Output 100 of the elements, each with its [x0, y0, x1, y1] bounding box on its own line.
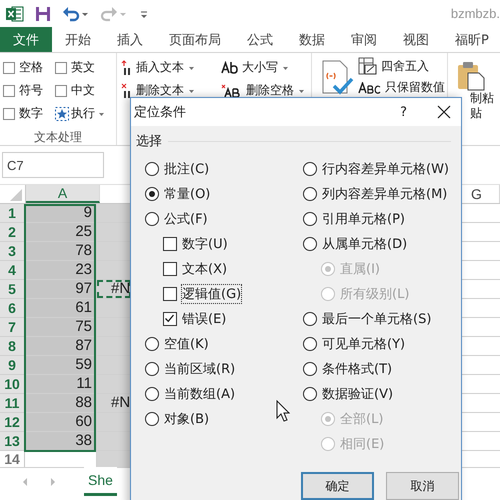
help-button[interactable]: ?	[400, 104, 407, 120]
row-header[interactable]: 4	[0, 261, 25, 279]
ribbon-button[interactable]: 大小写	[221, 56, 311, 79]
star-icon	[55, 106, 69, 120]
ribbon-button[interactable]: 删除空格	[221, 79, 311, 102]
row-header[interactable]: 14	[0, 451, 25, 467]
column-header[interactable]: A	[26, 185, 100, 203]
radio-button[interactable]	[303, 236, 317, 250]
option-label: 所有级别(L)	[340, 286, 410, 302]
checkbox[interactable]	[163, 262, 177, 276]
checkbox-label: 中文	[71, 82, 95, 99]
row-header[interactable]: 9	[0, 356, 25, 374]
table-cell: 75	[25, 318, 97, 336]
close-icon[interactable]	[437, 105, 451, 119]
radio-button[interactable]	[145, 162, 159, 176]
checkbox-label: 空格	[19, 59, 43, 76]
table-cell: 38	[25, 432, 97, 450]
checkbox[interactable]	[163, 286, 177, 300]
undo-icon[interactable]	[62, 4, 90, 22]
ribbon-button[interactable]: 插入文本	[121, 56, 221, 79]
ribbon-tab[interactable]: 公式	[234, 27, 286, 52]
option-label: 当前数组(A)	[164, 386, 236, 402]
checkbox[interactable]	[55, 62, 67, 74]
table-cell: 60	[25, 413, 97, 431]
run-button[interactable]: 执行	[55, 102, 117, 125]
row-header[interactable]: 12	[0, 413, 25, 431]
radio-button[interactable]	[303, 312, 317, 326]
checkbox[interactable]	[3, 108, 15, 120]
row-header[interactable]: 13	[0, 432, 25, 450]
row-header[interactable]: 7	[0, 318, 25, 336]
ribbon-tab[interactable]: 审阅	[338, 27, 390, 52]
option-label: 直属(I)	[340, 260, 380, 278]
row-header[interactable]: 2	[0, 223, 25, 241]
table-cell: 88	[25, 394, 97, 412]
column-header[interactable]: G	[467, 185, 500, 203]
radio-button[interactable]	[145, 186, 159, 200]
row-header[interactable]: 1	[0, 204, 25, 222]
row-header[interactable]: 8	[0, 337, 25, 355]
ribbon-tab[interactable]: 数据	[286, 27, 338, 52]
radio-button[interactable]	[145, 386, 159, 400]
checkbox[interactable]	[163, 236, 177, 250]
radio-button[interactable]	[303, 212, 317, 226]
ribbon-tab[interactable]: 页面布局	[156, 27, 234, 52]
ribbon-button[interactable]: 四舍五入	[358, 57, 445, 75]
radio-button[interactable]	[145, 336, 159, 350]
checkbox-label: 符号	[19, 82, 43, 99]
radio-button[interactable]	[303, 336, 317, 350]
option-label: 数字(U)	[182, 236, 228, 252]
table-cell: #N	[97, 394, 131, 412]
radio-button[interactable]	[303, 186, 317, 200]
ribbon-tab[interactable]: 开始	[52, 27, 104, 52]
ribbon-tab[interactable]: 插入	[104, 27, 156, 52]
checkbox[interactable]	[55, 84, 67, 96]
option-label: 列内容差异单元格(M)	[322, 186, 448, 202]
option-label: 批注(C)	[164, 160, 210, 178]
radio-button[interactable]	[145, 412, 159, 426]
ribbon-button[interactable]: 删除文本	[121, 79, 221, 102]
group-label: 文本处理	[33, 129, 83, 146]
option-label: 条件格式(T)	[322, 360, 392, 378]
option-label: 逻辑值(G)	[182, 284, 242, 302]
table-cell: 25	[25, 223, 97, 241]
ribbon-button[interactable]: 只保留数值	[358, 79, 445, 96]
option-label: 全部(L)	[340, 410, 384, 428]
cancel-button[interactable]: 取消	[386, 472, 459, 500]
radio-button[interactable]	[303, 162, 317, 176]
checkbox[interactable]	[3, 84, 15, 96]
document-check-icon[interactable]	[320, 59, 354, 95]
sheet-tab[interactable]: She	[84, 467, 117, 496]
option-label: 常量(O)	[164, 186, 210, 202]
file-name: bzmbzb.	[450, 6, 500, 21]
row-header[interactable]: 11	[0, 394, 25, 412]
name-box[interactable]: C7	[2, 152, 104, 178]
letter-case-icon	[221, 60, 239, 74]
option-label: 从属单元格(D)	[322, 236, 408, 252]
clipboard-icon[interactable]	[456, 61, 486, 91]
table-cell: 11	[25, 375, 97, 393]
option-label: 行内容差异单元格(W)	[322, 160, 449, 178]
table-cell: 87	[25, 337, 97, 355]
file-tab[interactable]: 文件	[0, 27, 52, 52]
row-header[interactable]: 6	[0, 299, 25, 317]
radio-button[interactable]	[145, 212, 159, 226]
table-cell: #N	[97, 280, 131, 298]
radio-button[interactable]	[145, 362, 159, 376]
excel-logo-icon[interactable]	[6, 4, 24, 22]
row-header[interactable]: 10	[0, 375, 25, 393]
mouse-cursor-icon[interactable]	[276, 400, 290, 422]
ok-button[interactable]: 确定	[301, 472, 374, 500]
checkbox[interactable]	[163, 312, 177, 326]
row-header[interactable]: 5	[0, 280, 25, 298]
option-label: 当前区域(R)	[164, 360, 236, 378]
table-cell: 97	[25, 280, 97, 298]
row-header[interactable]: 3	[0, 242, 25, 260]
ribbon-tab[interactable]: 视图	[390, 27, 442, 52]
checkbox[interactable]	[3, 62, 15, 74]
radio-button[interactable]	[303, 386, 317, 400]
radio-button[interactable]	[303, 362, 317, 376]
letters-icon	[358, 82, 382, 94]
table-cell: 59	[25, 356, 97, 374]
table-cell: 61	[25, 299, 97, 317]
ribbon-tab[interactable]: 福昕P	[442, 27, 500, 52]
